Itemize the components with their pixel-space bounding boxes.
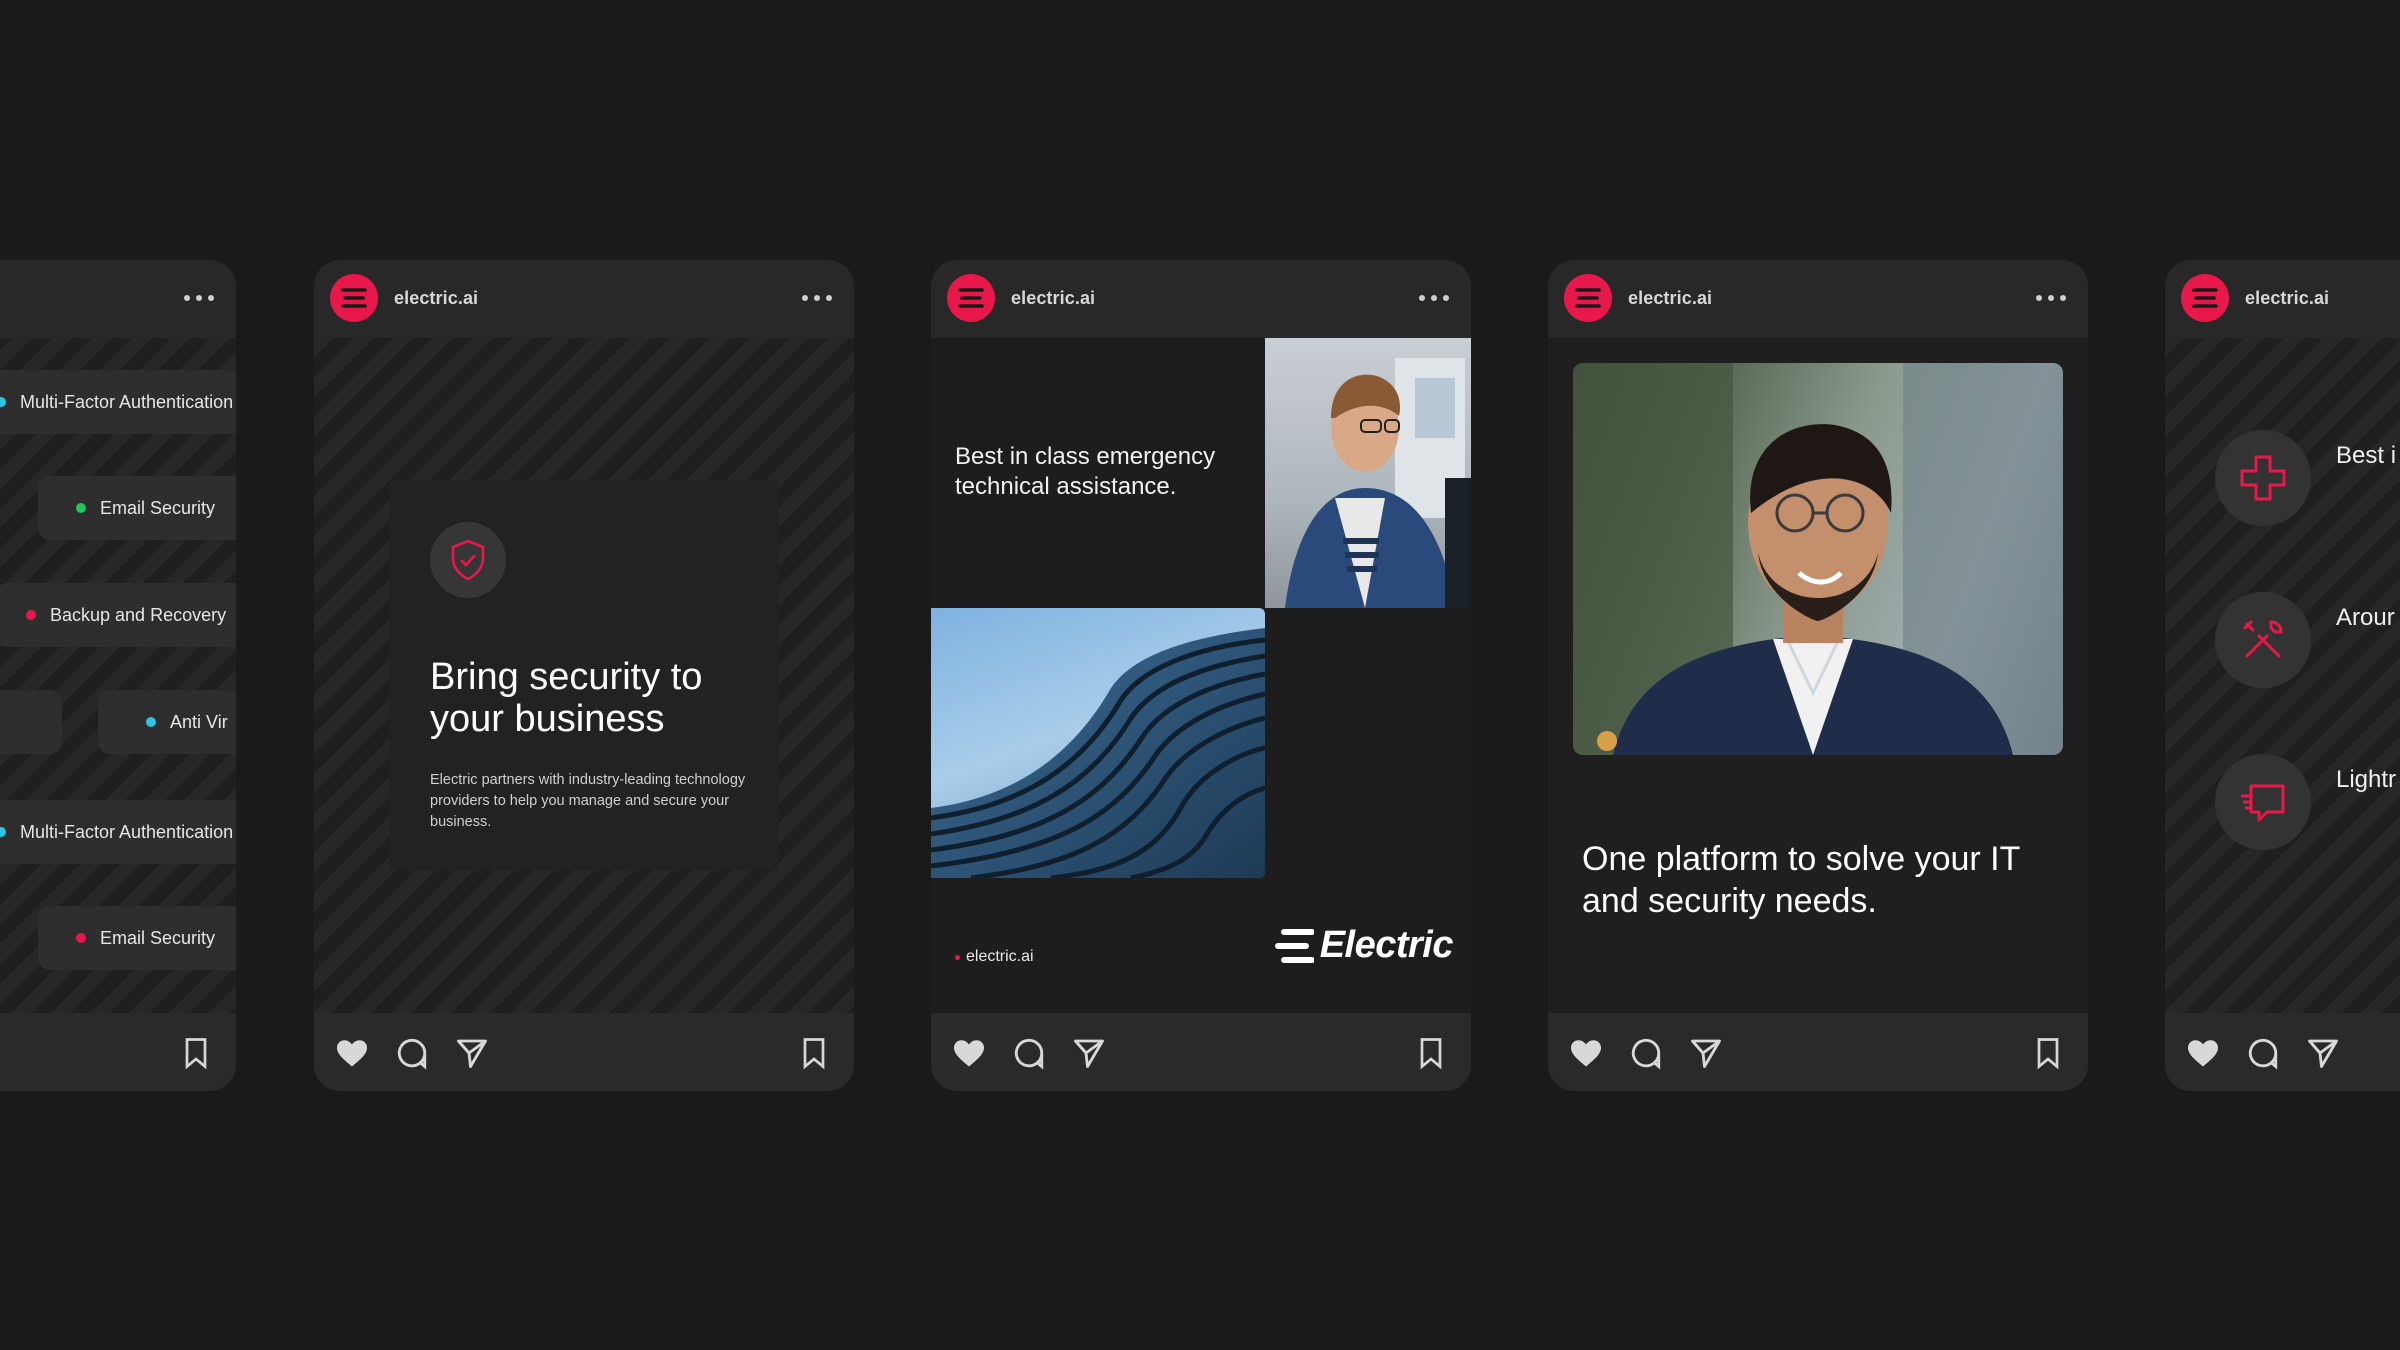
status-dot (76, 933, 86, 943)
tools-icon (2215, 592, 2311, 688)
heart-icon[interactable] (2185, 1035, 2221, 1071)
bookmark-icon[interactable] (2030, 1035, 2066, 1071)
more-icon[interactable] (2036, 286, 2066, 310)
electric-logo-icon (1274, 928, 1314, 963)
send-icon[interactable] (1071, 1035, 1107, 1071)
feature-text: Lightr help r (2336, 766, 2400, 793)
comment-icon[interactable] (1011, 1035, 1047, 1071)
post-card-4[interactable]: electric.ai One platform to solve your I… (1548, 260, 2088, 1091)
post-actions (314, 1013, 854, 1091)
bookmark-icon[interactable] (796, 1035, 832, 1071)
bookmark-icon[interactable] (178, 1035, 214, 1071)
send-icon[interactable] (454, 1035, 490, 1071)
pill-label: Multi-Factor Authentication (20, 821, 234, 842)
heart-icon[interactable] (1568, 1035, 1604, 1071)
feature-pill: Multi-Factor Authentication (0, 800, 236, 864)
post-card-5[interactable]: electric.ai Best i techn Arour troubl (2165, 260, 2400, 1091)
electric-logo-icon (1575, 288, 1601, 308)
electric-logo-icon (958, 288, 984, 308)
pill-label: Anti Vir (170, 711, 228, 732)
more-icon[interactable] (802, 286, 832, 310)
comment-icon[interactable] (394, 1035, 430, 1071)
feature-pill: Email Security (38, 906, 236, 970)
post-headline: Bring security to your business (430, 656, 703, 740)
feature-pill: Email Security (38, 476, 236, 540)
status-dot (76, 503, 86, 513)
post-image: Multi-Factor Authentication Email Securi… (0, 338, 236, 1013)
logo-wordmark: Electric (1319, 924, 1454, 966)
pill-label: Email Security (100, 497, 216, 518)
feature-pill (0, 690, 62, 754)
comment-icon[interactable] (2245, 1035, 2281, 1071)
more-icon[interactable] (184, 286, 214, 310)
heart-icon[interactable] (951, 1035, 987, 1071)
status-dot (0, 397, 6, 407)
post-headline: One platform to solve your IT and securi… (1582, 840, 2020, 920)
pill-label: Backup and Recovery (50, 604, 227, 625)
social-post-carousel: Multi-Factor Authentication Email Securi… (0, 0, 2400, 1350)
feature-pill: Multi-Factor Authentication (0, 370, 236, 434)
status-dot (955, 954, 960, 960)
electric-logo: Electric (1274, 924, 1454, 967)
post-header: electric.ai (931, 260, 1471, 338)
account-handle[interactable]: electric.ai (394, 288, 478, 309)
security-panel: Bring security to your business Electric… (390, 480, 778, 870)
post-header: electric.ai (314, 260, 854, 338)
avatar[interactable] (947, 274, 995, 322)
send-icon[interactable] (1688, 1035, 1724, 1071)
medical-cross-icon (2215, 430, 2311, 526)
status-dot (26, 610, 36, 620)
post-header: electric.ai (1548, 260, 2088, 338)
pill-label: Multi-Factor Authentication (20, 391, 234, 412)
avatar[interactable] (330, 274, 378, 322)
footer-handle-text: electric.ai (966, 948, 1034, 965)
post-card-2[interactable]: electric.ai Bring security to your busin… (314, 260, 854, 1091)
feature-pill: Backup and Recovery (0, 583, 236, 647)
status-dot (0, 827, 6, 837)
more-icon[interactable] (1419, 286, 1449, 310)
photo-building (931, 608, 1265, 878)
avatar[interactable] (2181, 274, 2229, 322)
post-actions (1548, 1013, 2088, 1091)
send-icon[interactable] (2305, 1035, 2341, 1071)
feature-text: Arour troubl (2336, 604, 2400, 631)
heart-icon[interactable] (334, 1035, 370, 1071)
pill-label: Email Security (100, 927, 216, 948)
shield-icon (430, 522, 506, 598)
footer-handle: electric.ai (955, 948, 1034, 966)
post-image: Bring security to your business Electric… (314, 338, 854, 1013)
status-dot (146, 717, 156, 727)
post-image: One platform to solve your IT and securi… (1548, 338, 2088, 1013)
bookmark-icon[interactable] (1413, 1035, 1449, 1071)
electric-logo-icon (341, 288, 367, 308)
post-card-3[interactable]: electric.ai Best in class emergency tech… (931, 260, 1471, 1091)
avatar[interactable] (1564, 274, 1612, 322)
post-image: Best in class emergency technical assist… (931, 338, 1471, 1013)
electric-logo-icon (2192, 288, 2218, 308)
account-handle[interactable]: electric.ai (2245, 288, 2329, 309)
post-header (0, 260, 236, 338)
feature-text: Best i techn (2336, 442, 2400, 469)
post-image: Best i techn Arour troubl Lightr help r (2165, 338, 2400, 1013)
photo-man-suit (1573, 363, 2063, 755)
feature-pill: Anti Vir (98, 690, 236, 754)
post-actions (2165, 1013, 2400, 1091)
account-handle[interactable]: electric.ai (1011, 288, 1095, 309)
post-card-1[interactable]: Multi-Factor Authentication Email Securi… (0, 260, 236, 1091)
account-handle[interactable]: electric.ai (1628, 288, 1712, 309)
chat-icon (2215, 754, 2311, 850)
post-header: electric.ai (2165, 260, 2400, 338)
comment-icon[interactable] (1628, 1035, 1664, 1071)
post-headline: Best in class emergency technical assist… (955, 443, 1216, 500)
post-description: Electric partners with industry-leading … (430, 772, 746, 830)
post-actions (0, 1013, 236, 1091)
photo-man-glasses (1265, 338, 1471, 608)
post-actions (931, 1013, 1471, 1091)
